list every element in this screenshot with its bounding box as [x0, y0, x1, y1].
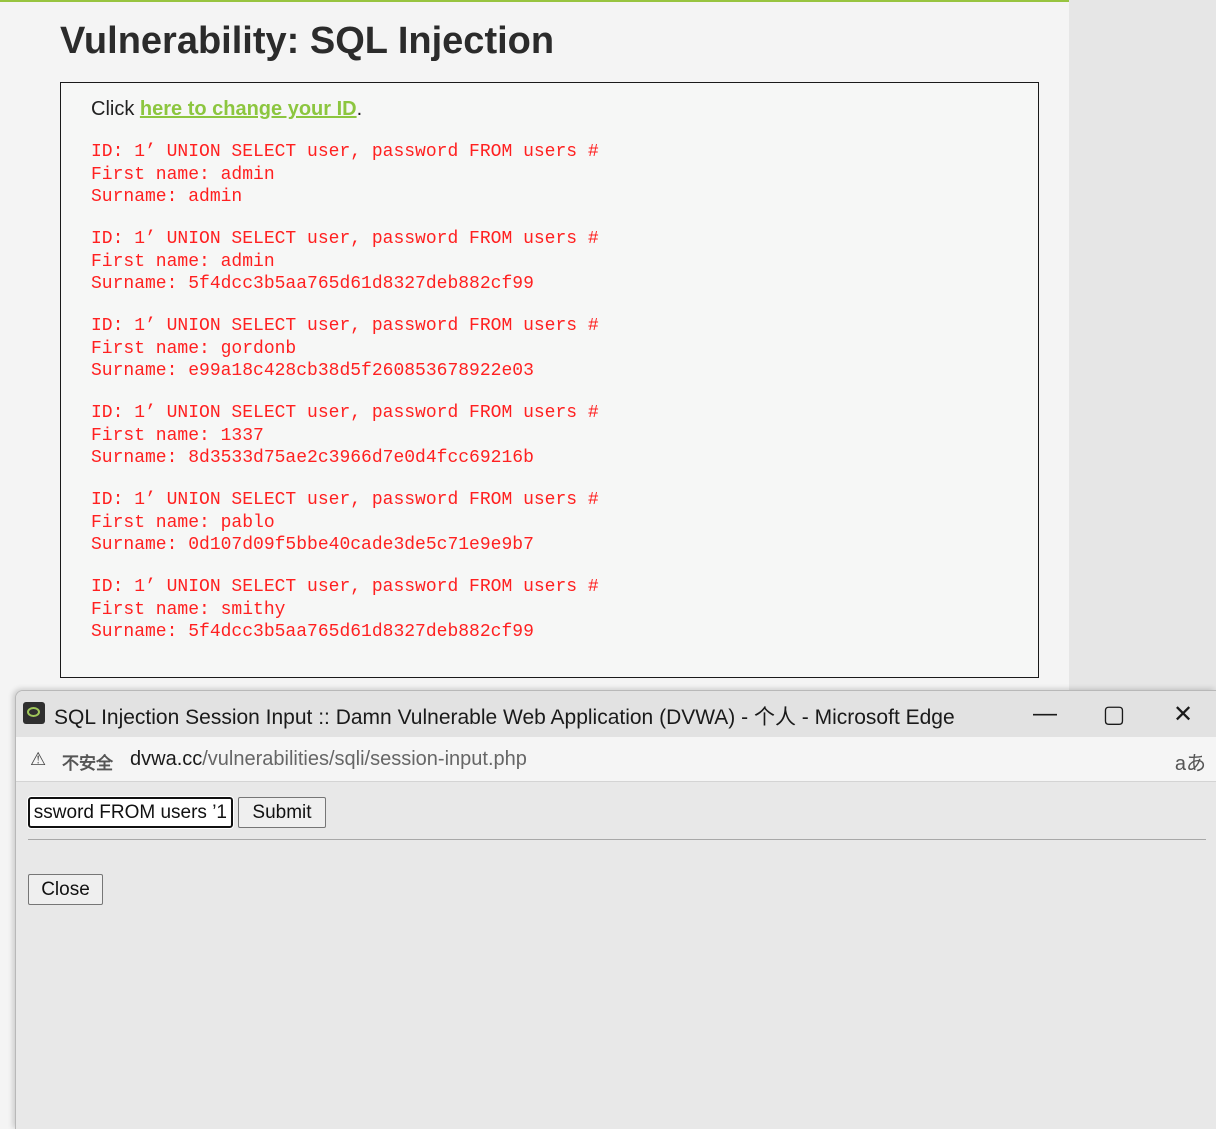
result-id: ID: 1’ UNION SELECT user, password FROM … [91, 142, 599, 162]
result-first-name: First name: pablo [91, 512, 275, 533]
close-window-button[interactable]: ✕ [1149, 691, 1216, 737]
url-path: /vulnerabilities/sqli/session-input.php [202, 748, 527, 770]
window-titlebar[interactable]: SQL Injection Session Input :: Damn Vuln… [16, 691, 1216, 737]
insecure-label[interactable]: 不安全 [62, 749, 113, 774]
submit-button[interactable]: Submit [238, 797, 326, 828]
result-item: ID: 1’ UNION SELECT user, password FROM … [91, 402, 599, 470]
result-first-name: First name: admin [91, 164, 275, 185]
result-first-name: First name: smithy [91, 599, 286, 620]
result-first-name: First name: admin [91, 251, 275, 272]
session-id-input[interactable] [27, 796, 234, 829]
divider [28, 839, 1206, 840]
minimize-button[interactable]: — [1011, 691, 1079, 737]
vulnerable-code-area: Click here to change your ID. ID: 1’ UNI… [60, 82, 1039, 678]
result-item: ID: 1’ UNION SELECT user, password FROM … [91, 315, 599, 383]
maximize-icon: ▢ [1102, 700, 1126, 728]
result-surname: Surname: 5f4dcc3b5aa765d61d8327deb882cf9… [91, 622, 534, 642]
result-first-name: First name: 1337 [91, 425, 264, 446]
close-button[interactable]: Close [28, 874, 103, 905]
result-surname: Surname: e99a18c428cb38d5f260853678922e0… [91, 361, 534, 381]
warning-icon[interactable]: ⚠ [30, 749, 46, 770]
result-item: ID: 1’ UNION SELECT user, password FROM … [91, 141, 599, 209]
result-surname: Surname: 0d107d09f5bbe40cade3de5c71e9e9b… [91, 535, 534, 555]
click-prefix: Click [91, 98, 140, 120]
result-id: ID: 1’ UNION SELECT user, password FROM … [91, 229, 599, 249]
url-text[interactable]: dvwa.cc/vulnerabilities/sqli/session-inp… [130, 748, 527, 771]
result-item: ID: 1’ UNION SELECT user, password FROM … [91, 228, 599, 296]
query-results: ID: 1’ UNION SELECT user, password FROM … [91, 141, 599, 663]
session-input-window: SQL Injection Session Input :: Damn Vuln… [15, 690, 1216, 1129]
minimize-icon: — [1033, 700, 1057, 727]
maximize-button[interactable]: ▢ [1080, 691, 1148, 737]
address-bar[interactable]: ⚠ 不安全 dvwa.cc/vulnerabilities/sqli/sessi… [16, 737, 1216, 782]
change-id-line: Click here to change your ID. [91, 98, 362, 121]
click-suffix: . [356, 98, 363, 120]
popup-content [16, 782, 1216, 1129]
result-id: ID: 1’ UNION SELECT user, password FROM … [91, 577, 599, 597]
dvwa-app-icon [23, 702, 45, 724]
read-aloud-icon[interactable]: aあ [1175, 747, 1206, 776]
result-surname: Surname: 5f4dcc3b5aa765d61d8327deb882cf9… [91, 274, 534, 294]
result-first-name: First name: gordonb [91, 338, 297, 359]
close-icon: ✕ [1172, 700, 1194, 728]
window-title: SQL Injection Session Input :: Damn Vuln… [54, 706, 955, 729]
result-id: ID: 1’ UNION SELECT user, password FROM … [91, 490, 599, 510]
result-surname: Surname: 8d3533d75ae2c3966d7e0d4fcc69216… [91, 448, 534, 468]
url-domain: dvwa.cc [130, 748, 203, 770]
change-id-link[interactable]: here to change your ID [140, 98, 357, 120]
result-id: ID: 1’ UNION SELECT user, password FROM … [91, 316, 599, 336]
page-title: Vulnerability: SQL Injection [60, 20, 555, 62]
result-item: ID: 1’ UNION SELECT user, password FROM … [91, 576, 599, 644]
result-surname: Surname: admin [91, 187, 243, 207]
result-item: ID: 1’ UNION SELECT user, password FROM … [91, 489, 599, 557]
result-id: ID: 1’ UNION SELECT user, password FROM … [91, 403, 599, 423]
